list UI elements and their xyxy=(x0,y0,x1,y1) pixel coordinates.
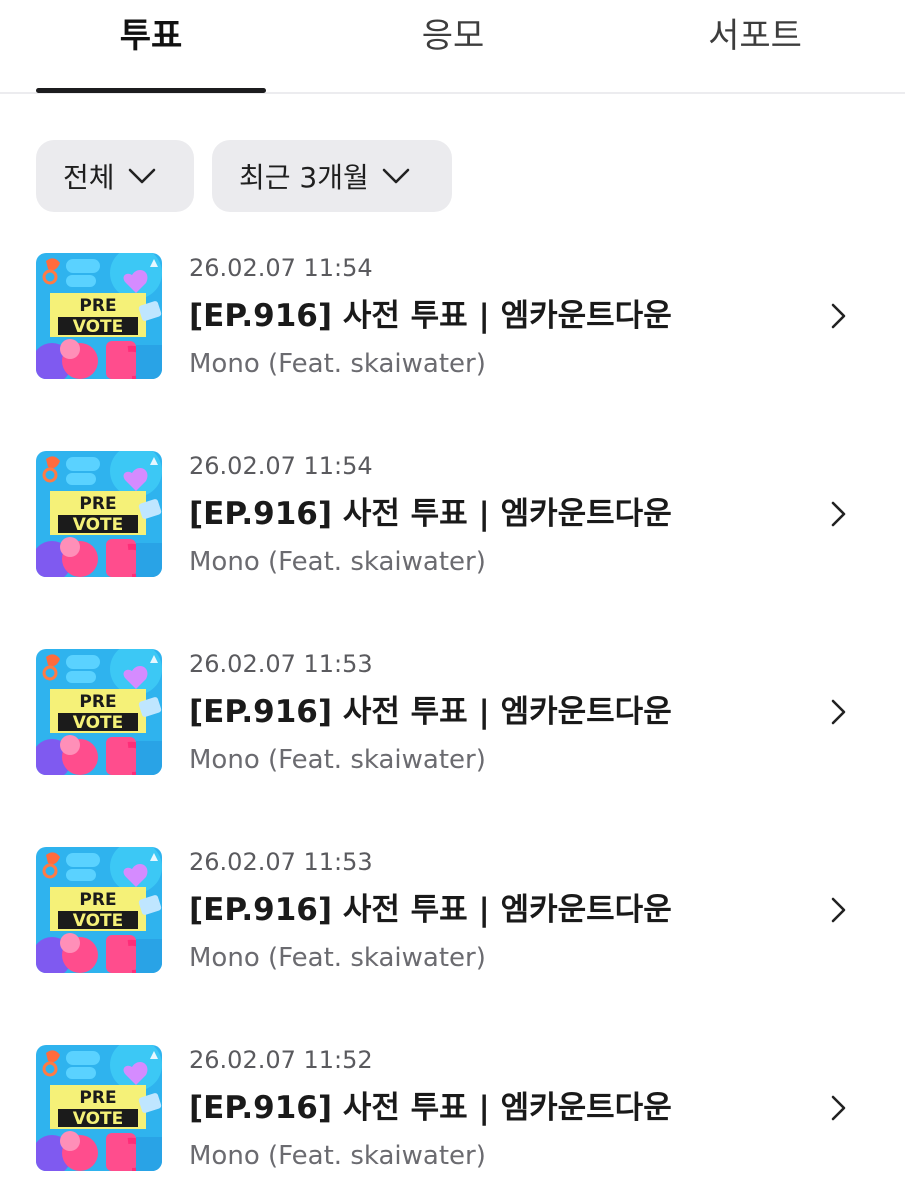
item-title: [EP.916] 사전 투표 | 엠카운트다운 xyxy=(189,298,672,334)
item-title: [EP.916] 사전 투표 | 엠카운트다운 xyxy=(189,1090,672,1126)
item-date: 26.02.07 11:53 xyxy=(189,650,373,678)
tab-support[interactable]: 서포트 xyxy=(640,16,870,56)
pre-vote-thumbnail: PRE VOTE xyxy=(36,1045,162,1171)
item-subtitle: Mono (Feat. skaiwater) xyxy=(189,1141,486,1171)
thumbnail-vote-text: VOTE xyxy=(73,317,124,337)
thumbnail-vote-text: VOTE xyxy=(73,713,124,733)
item-title: [EP.916] 사전 투표 | 엠카운트다운 xyxy=(189,496,672,532)
chevron-down-icon xyxy=(128,168,155,184)
item-subtitle: Mono (Feat. skaiwater) xyxy=(189,943,486,973)
chevron-down-icon xyxy=(382,168,410,184)
pre-vote-thumbnail: PRE VOTE xyxy=(36,847,162,973)
tab-active-indicator xyxy=(36,88,266,93)
thumbnail-pre-text: PRE xyxy=(79,1088,116,1108)
item-date: 26.02.07 11:54 xyxy=(189,254,373,282)
item-subtitle: Mono (Feat. skaiwater) xyxy=(189,349,486,379)
list-item[interactable]: PRE VOTE 26.02.07 11:52 [EP.916] 사전 투표 |… xyxy=(0,1045,905,1185)
thumbnail-pre-text: PRE xyxy=(79,494,116,514)
chevron-right-icon xyxy=(831,501,846,527)
item-subtitle: Mono (Feat. skaiwater) xyxy=(189,547,486,577)
filter-category-label: 전체 xyxy=(63,161,115,194)
pre-vote-thumbnail: PRE VOTE xyxy=(36,649,162,775)
chevron-right-icon xyxy=(831,303,846,329)
filter-period-dropdown[interactable]: 최근 3개월 xyxy=(212,140,452,212)
item-subtitle: Mono (Feat. skaiwater) xyxy=(189,745,486,775)
thumbnail-pre-text: PRE xyxy=(79,890,116,910)
item-title: [EP.916] 사전 투표 | 엠카운트다운 xyxy=(189,694,672,730)
item-date: 26.02.07 11:54 xyxy=(189,452,373,480)
item-date: 26.02.07 11:52 xyxy=(189,1046,373,1074)
filter-category-dropdown[interactable]: 전체 xyxy=(36,140,194,212)
thumbnail-vote-text: VOTE xyxy=(73,911,124,931)
chevron-right-icon xyxy=(831,699,846,725)
list-item[interactable]: PRE VOTE 26.02.07 11:53 [EP.916] 사전 투표 |… xyxy=(0,649,905,789)
thumbnail-pre-text: PRE xyxy=(79,296,116,316)
chevron-right-icon xyxy=(831,1095,846,1121)
list-item[interactable]: PRE VOTE 26.02.07 11:54 [EP.916] 사전 투표 |… xyxy=(0,253,905,393)
tab-apply[interactable]: 응모 xyxy=(338,16,568,56)
pre-vote-thumbnail: PRE VOTE xyxy=(36,253,162,379)
list-item[interactable]: PRE VOTE 26.02.07 11:53 [EP.916] 사전 투표 |… xyxy=(0,847,905,987)
tab-vote[interactable]: 투표 xyxy=(36,16,266,56)
pre-vote-thumbnail: PRE VOTE xyxy=(36,451,162,577)
chevron-right-icon xyxy=(831,897,846,923)
thumbnail-pre-text: PRE xyxy=(79,692,116,712)
list-item[interactable]: PRE VOTE 26.02.07 11:54 [EP.916] 사전 투표 |… xyxy=(0,451,905,591)
item-title: [EP.916] 사전 투표 | 엠카운트다운 xyxy=(189,892,672,928)
thumbnail-vote-text: VOTE xyxy=(73,515,124,535)
item-date: 26.02.07 11:53 xyxy=(189,848,373,876)
tab-bar: 투표 응모 서포트 xyxy=(0,0,905,94)
thumbnail-vote-text: VOTE xyxy=(73,1109,124,1129)
filter-period-label: 최근 3개월 xyxy=(239,161,369,194)
